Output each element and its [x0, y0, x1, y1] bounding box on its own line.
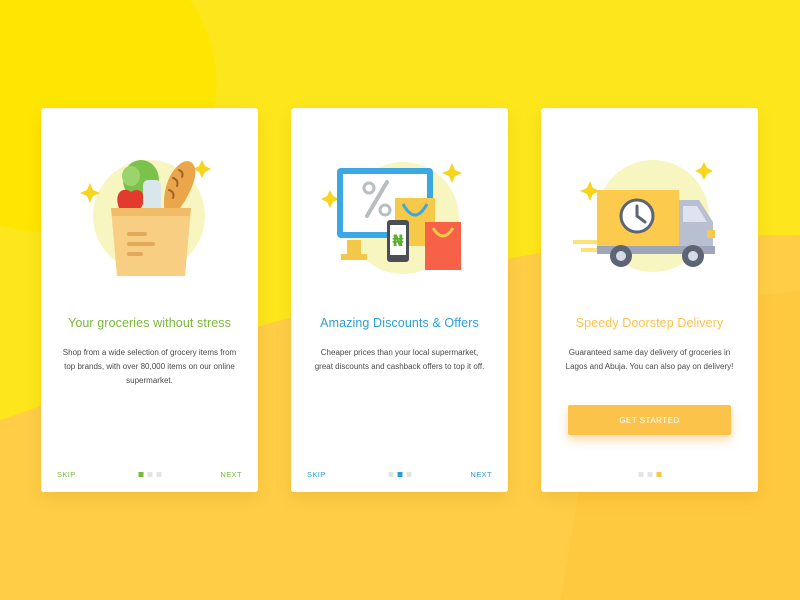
delivery-truck-icon	[569, 148, 729, 288]
onboarding-card-delivery: Speedy Doorstep Delivery Guaranteed same…	[541, 108, 758, 492]
skip-button[interactable]: SKIP	[57, 470, 76, 479]
onboarding-card-discounts: ₦ Amazing Discounts & Offers Cheaper pri…	[291, 108, 508, 492]
page-indicator	[138, 472, 161, 477]
card-title: Speedy Doorstep Delivery	[575, 316, 724, 330]
page-indicator	[638, 472, 661, 477]
card-footer	[557, 470, 742, 480]
card-description: Shop from a wide selection of grocery it…	[62, 348, 237, 385]
page-dot-active[interactable]	[656, 472, 661, 477]
page-dot[interactable]	[156, 472, 161, 477]
discount-monitor-icon: ₦	[319, 148, 479, 288]
page-dot[interactable]	[406, 472, 411, 477]
page-indicator	[388, 472, 411, 477]
card-description: Cheaper prices than your local supermark…	[314, 348, 485, 371]
page-dot-active[interactable]	[138, 472, 143, 477]
grocery-bag-icon	[69, 148, 229, 288]
card-footer: SKIP NEXT	[57, 470, 242, 480]
card-footer: SKIP NEXT	[307, 470, 492, 480]
onboarding-card-groceries: Your groceries without stress Shop from …	[41, 108, 258, 492]
page-dot[interactable]	[388, 472, 393, 477]
page-dot[interactable]	[638, 472, 643, 477]
page-dot-active[interactable]	[397, 472, 402, 477]
next-button[interactable]: NEXT	[220, 470, 242, 479]
card-description: Guaranteed same day delivery of grocerie…	[565, 348, 734, 371]
get-started-button[interactable]: GET STARTED	[568, 405, 731, 435]
page-dot[interactable]	[147, 472, 152, 477]
naira-symbol: ₦	[392, 231, 403, 250]
skip-button[interactable]: SKIP	[307, 470, 326, 479]
card-title: Amazing Discounts & Offers	[320, 316, 479, 330]
card-title: Your groceries without stress	[68, 316, 231, 330]
next-button[interactable]: NEXT	[470, 470, 492, 479]
page-dot[interactable]	[647, 472, 652, 477]
